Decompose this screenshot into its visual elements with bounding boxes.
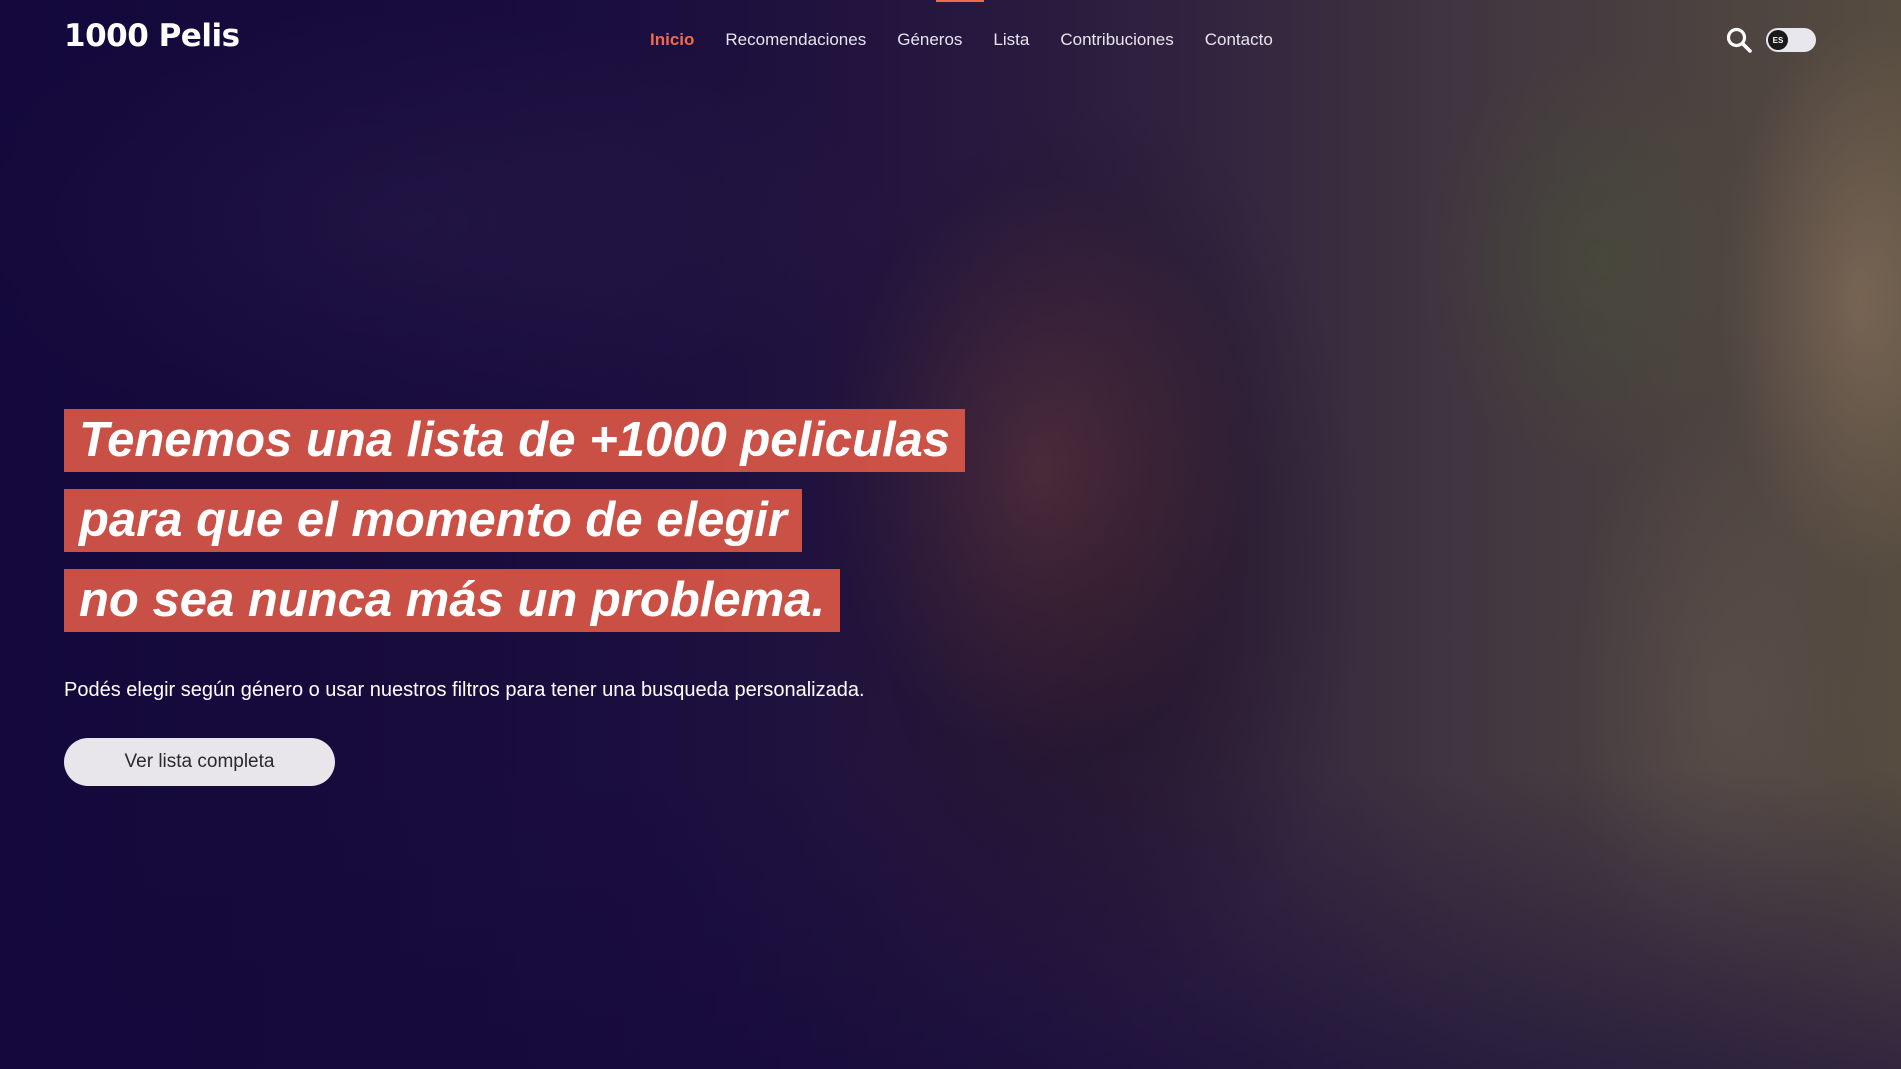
view-full-list-button[interactable]: Ver lista completa xyxy=(64,738,335,786)
nav-item-inicio[interactable]: Inicio xyxy=(650,30,694,50)
hero-overlay-bottom xyxy=(0,769,1901,1069)
headline-highlight-2: para que el momento de elegir xyxy=(64,489,802,552)
language-toggle-knob: ES xyxy=(1768,30,1788,50)
hero-headline: Tenemos una lista de +1000 peliculas par… xyxy=(64,409,966,649)
headline-highlight-1: Tenemos una lista de +1000 peliculas xyxy=(64,409,966,472)
headline-line-3: no sea nunca más un problema. xyxy=(64,569,965,632)
nav-item-contribuciones[interactable]: Contribuciones xyxy=(1060,30,1173,50)
headline-highlight-3: no sea nunca más un problema. xyxy=(64,569,841,632)
site-header: 1000 Pelis Inicio Recomendaciones Género… xyxy=(0,0,1901,80)
active-indicator-bar xyxy=(936,0,984,2)
language-toggle[interactable]: ES xyxy=(1766,28,1816,52)
landing-page: 1000 Pelis Inicio Recomendaciones Género… xyxy=(0,0,1901,1069)
nav-item-generos[interactable]: Géneros xyxy=(897,30,962,50)
hero-subtitle: Podés elegir según género o usar nuestro… xyxy=(64,679,865,701)
nav-item-contacto[interactable]: Contacto xyxy=(1205,30,1273,50)
headline-line-1: Tenemos una lista de +1000 peliculas xyxy=(64,409,966,472)
site-logo[interactable]: 1000 Pelis xyxy=(64,18,240,54)
search-icon[interactable] xyxy=(1725,26,1753,54)
headline-line-1-bold: +1000 xyxy=(589,413,727,467)
headline-line-1-suffix: peliculas xyxy=(726,413,951,467)
nav-item-recomendaciones[interactable]: Recomendaciones xyxy=(725,30,866,50)
nav-item-lista[interactable]: Lista xyxy=(993,30,1029,50)
headline-line-2: para que el momento de elegir xyxy=(64,489,965,552)
main-nav: Inicio Recomendaciones Géneros Lista Con… xyxy=(650,30,1273,50)
headline-line-1-prefix: Tenemos una lista de xyxy=(79,413,590,467)
